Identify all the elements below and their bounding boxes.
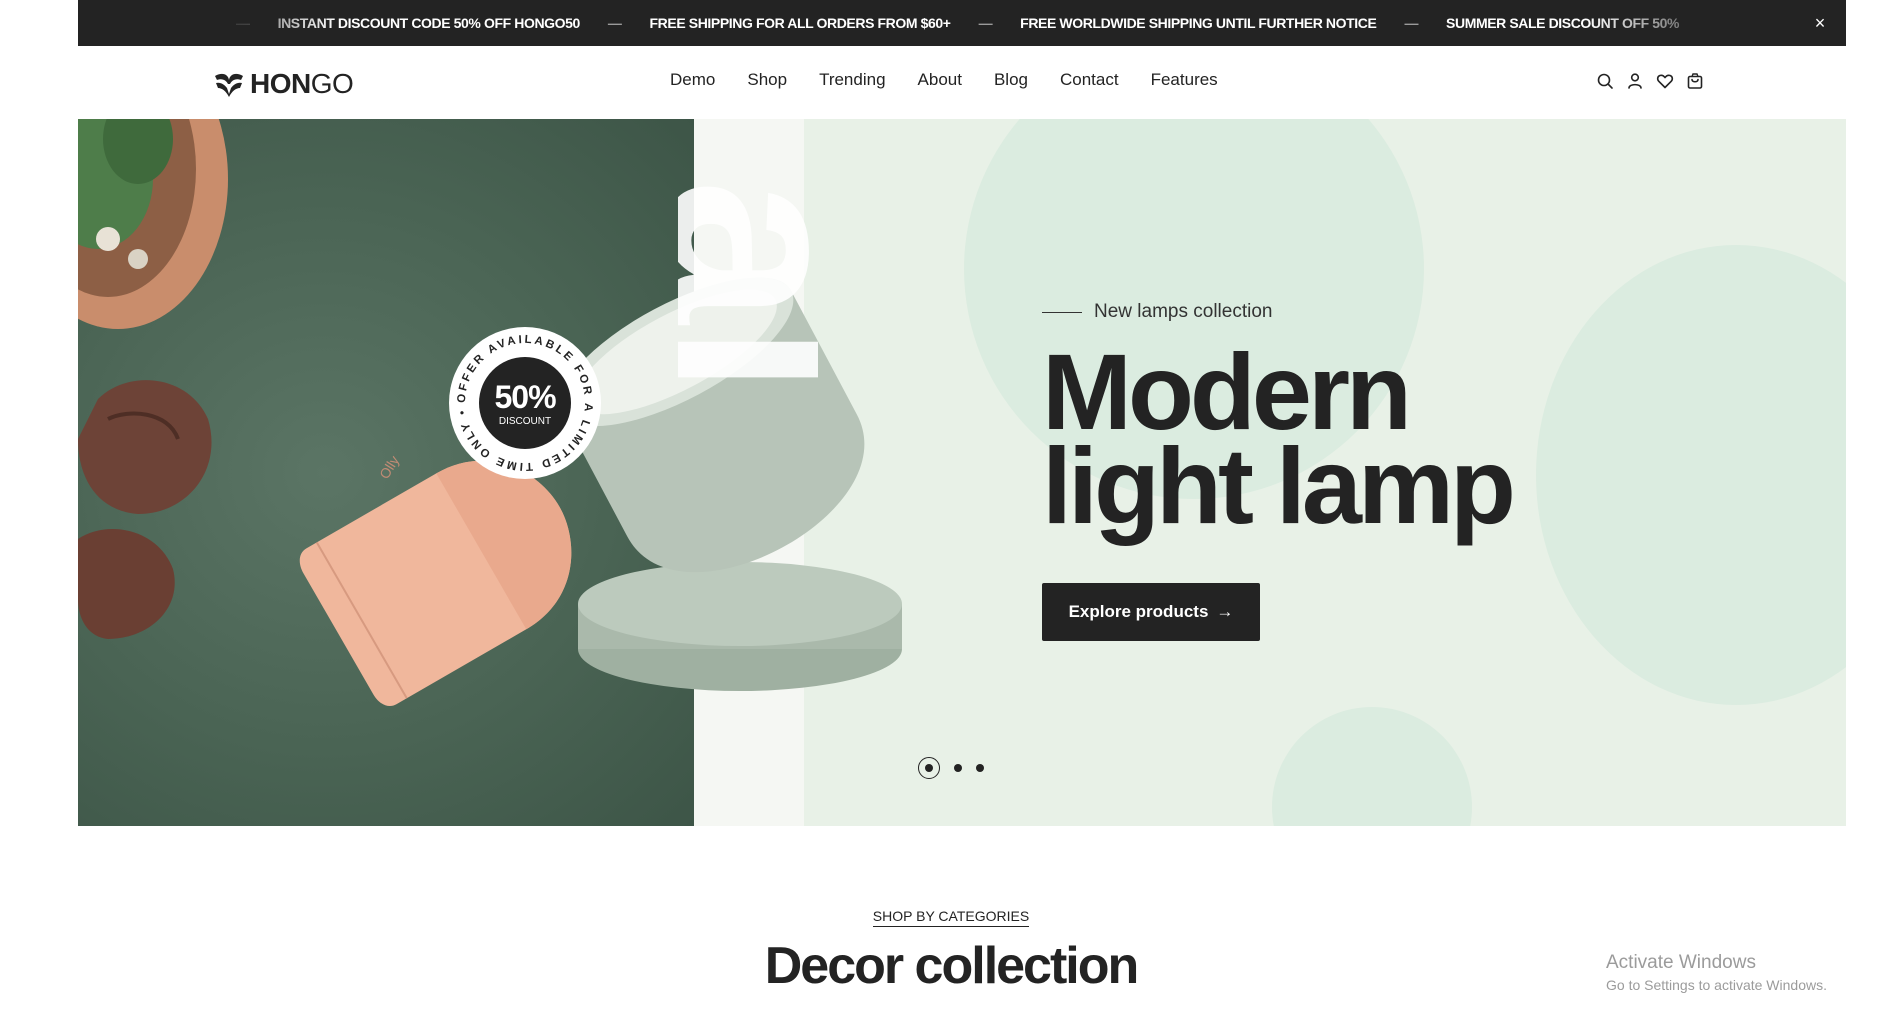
logo-text: HONGO: [250, 68, 354, 100]
close-announcement-button[interactable]: ×: [1810, 13, 1830, 33]
ticker-fade-left: [78, 0, 338, 46]
announcement-ticker: — INSTANT DISCOUNT CODE 50% OFF HONGO50 …: [218, 0, 1689, 46]
decor-circle: [1536, 245, 1846, 705]
logo[interactable]: HONGO: [214, 68, 354, 100]
explore-products-button[interactable]: Explore products →: [1042, 583, 1260, 641]
ticker-separator: —: [1404, 15, 1419, 31]
arrow-right-icon: →: [1216, 602, 1234, 621]
badge-ring-text-path: OFFER AVAILABLE FOR A LIMITED TIME ONLY …: [456, 334, 592, 472]
nav-item-demo[interactable]: Demo: [654, 70, 731, 90]
slider-dot-1[interactable]: [918, 757, 940, 779]
ticker-separator: —: [978, 15, 993, 31]
kicker-line: [1042, 311, 1082, 313]
nav-item-trending[interactable]: Trending: [803, 70, 901, 90]
hero-slider: Olly al OFFER AVAILABLE FOR A LIMITED TI…: [78, 119, 1846, 826]
hero-copy: New lamps collection Modern light lamp: [1042, 301, 1516, 546]
categories-kicker: SHOP BY CATEGORIES: [0, 908, 1902, 927]
nav-item-contact[interactable]: Contact: [1044, 70, 1135, 90]
ticker-separator: —: [607, 15, 622, 31]
logo-text-light: GO: [310, 68, 354, 99]
hero-title-line-2: light lamp: [1042, 425, 1516, 546]
slider-dot-2[interactable]: [954, 764, 962, 772]
heart-icon[interactable]: [1656, 72, 1674, 90]
hero-title: Modern light lamp: [1042, 338, 1516, 546]
nav-item-blog[interactable]: Blog: [978, 70, 1044, 90]
user-icon[interactable]: [1626, 72, 1644, 90]
discount-badge: OFFER AVAILABLE FOR A LIMITED TIME ONLY …: [449, 327, 601, 479]
hero-kicker-text: New lamps collection: [1094, 301, 1273, 322]
announcement-message: FREE WORLDWIDE SHIPPING UNTIL FURTHER NO…: [1020, 15, 1377, 31]
logo-text-bold: HON: [250, 68, 311, 99]
nav-item-about[interactable]: About: [902, 70, 978, 90]
hero-background-word: al: [678, 179, 818, 396]
header-icons: [1596, 72, 1704, 90]
lamp-brand-text: Olly: [376, 453, 402, 482]
categories-kicker-link[interactable]: SHOP BY CATEGORIES: [872, 908, 1030, 927]
cart-icon[interactable]: [1686, 72, 1704, 90]
site-header: HONGO Demo Shop Trending About Blog Cont…: [0, 46, 1902, 118]
nav-item-shop[interactable]: Shop: [731, 70, 803, 90]
watermark-line-2: Go to Settings to activate Windows.: [1606, 977, 1827, 993]
slider-pagination: [918, 757, 984, 779]
watermark-line-1: Activate Windows: [1606, 952, 1756, 973]
announcement-bar: — INSTANT DISCOUNT CODE 50% OFF HONGO50 …: [78, 0, 1846, 46]
svg-text:OFFER AVAILABLE FOR A LIMITED: OFFER AVAILABLE FOR A LIMITED TIME ONLY …: [456, 334, 594, 472]
hero-kicker: New lamps collection: [1042, 301, 1512, 323]
windows-activation-watermark: Activate Windows Go to Settings to activ…: [1606, 952, 1827, 993]
logo-mark-icon: [215, 73, 243, 97]
announcement-message: FREE SHIPPING FOR ALL ORDERS FROM $60+: [649, 15, 951, 31]
badge-ring-text: OFFER AVAILABLE FOR A LIMITED TIME ONLY …: [456, 334, 594, 472]
ticker-fade-right: [1586, 0, 1846, 46]
main-nav: Demo Shop Trending About Blog Contact Fe…: [654, 70, 1234, 90]
explore-products-label: Explore products: [1068, 602, 1209, 621]
search-icon[interactable]: [1596, 72, 1614, 90]
nav-item-features[interactable]: Features: [1135, 70, 1234, 90]
decor-circle: [1272, 707, 1472, 826]
slider-dot-3[interactable]: [976, 764, 984, 772]
